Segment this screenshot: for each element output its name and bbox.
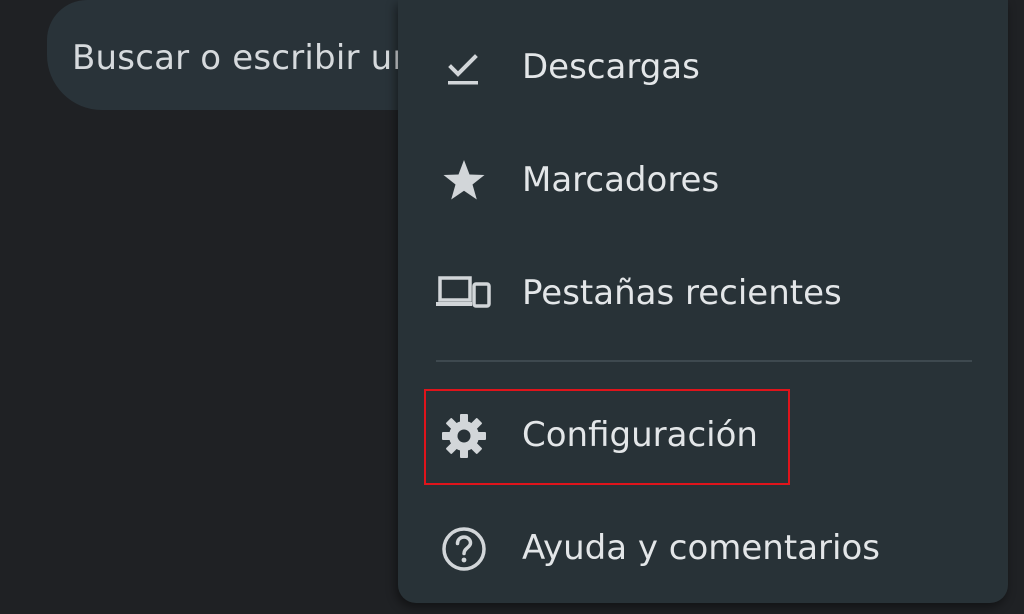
devices-icon <box>434 268 494 320</box>
menu-item-label: Configuración <box>522 415 758 455</box>
menu-item-ayuda[interactable]: Ayuda y comentarios <box>398 499 1008 599</box>
menu-item-label: Ayuda y comentarios <box>522 528 880 568</box>
overflow-menu: Descargas Marcadores Pestañas recientes <box>398 0 1008 603</box>
search-placeholder: Buscar o escribir ur <box>72 38 407 78</box>
menu-item-configuracion[interactable]: Configuración <box>398 386 1008 486</box>
star-icon <box>438 155 490 207</box>
download-done-icon <box>438 42 490 94</box>
menu-item-label: Descargas <box>522 47 700 87</box>
menu-item-pestanas-recientes[interactable]: Pestañas recientes <box>398 244 1008 344</box>
menu-item-label: Pestañas recientes <box>522 273 842 313</box>
menu-divider <box>436 360 972 362</box>
gear-icon <box>438 410 490 462</box>
menu-item-label: Marcadores <box>522 160 720 200</box>
menu-item-descargas[interactable]: Descargas <box>398 18 1008 118</box>
app-root: Buscar o escribir ur Descargas Marcadore… <box>0 0 1024 614</box>
help-circle-icon <box>438 523 490 575</box>
menu-item-marcadores[interactable]: Marcadores <box>398 131 1008 231</box>
